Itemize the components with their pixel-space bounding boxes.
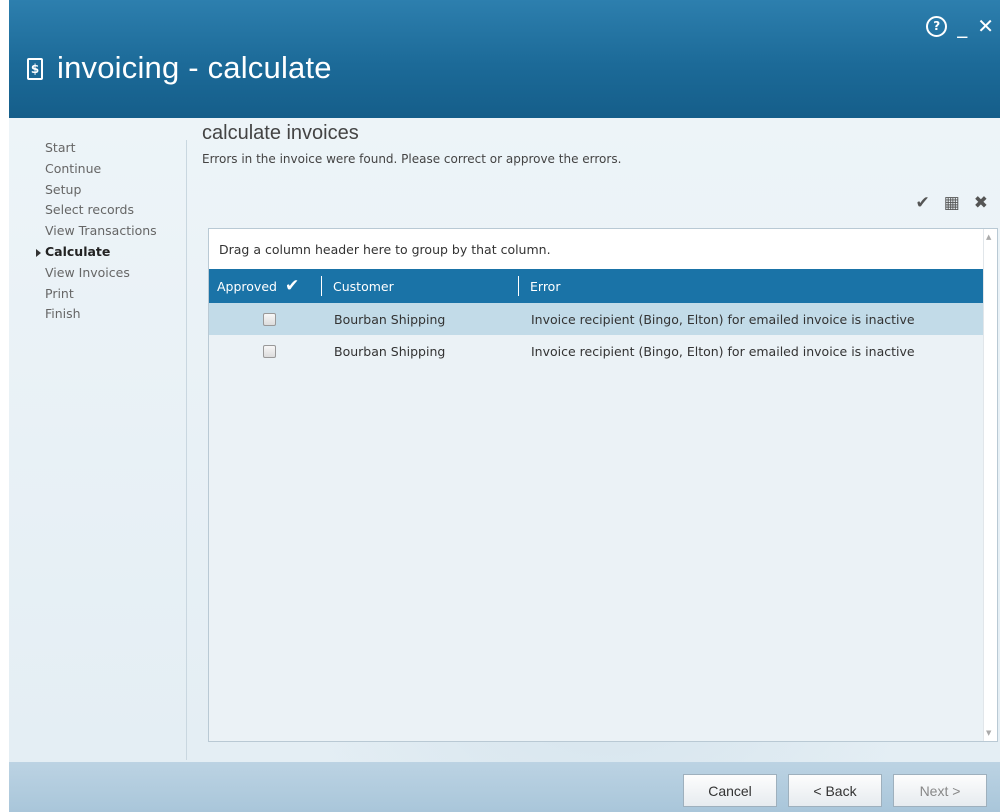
nav-item-continue[interactable]: Continue: [45, 159, 195, 180]
title-bar: $ invoicing - calculate ? _ ✕: [9, 0, 1000, 118]
grid-settings-icon[interactable]: ▦: [944, 193, 960, 213]
nav-item-select-records[interactable]: Select records: [45, 200, 195, 221]
approved-cell: [209, 344, 321, 358]
error-cell: Invoice recipient (Bingo, Elton) for ema…: [531, 311, 915, 327]
column-separator[interactable]: [321, 276, 322, 296]
checkmark-icon[interactable]: ✔: [915, 193, 929, 213]
nav-item-start[interactable]: Start: [45, 138, 195, 159]
nav-divider: [186, 140, 187, 760]
errors-grid: Drag a column header here to group by th…: [208, 228, 998, 742]
page-subtitle: Errors in the invoice were found. Please…: [202, 152, 622, 166]
column-header-customer-label: Customer: [333, 278, 394, 294]
scroll-up-icon[interactable]: ▲: [986, 233, 991, 241]
window-controls: ? _ ✕: [926, 14, 994, 38]
next-button[interactable]: Next >: [893, 774, 987, 807]
table-row[interactable]: Bourban Shipping Invoice recipient (Bing…: [209, 303, 984, 335]
approved-cell: [209, 312, 321, 326]
invoicing-window: $ invoicing - calculate ? _ ✕ Start Cont…: [0, 0, 1000, 812]
group-by-panel[interactable]: Drag a column header here to group by th…: [209, 229, 997, 269]
approve-all-check-icon[interactable]: ✔: [285, 276, 299, 296]
column-separator[interactable]: [518, 276, 519, 296]
customer-cell: Bourban Shipping: [334, 343, 446, 359]
content-area: Start Continue Setup Select records View…: [9, 118, 1000, 762]
nav-item-setup[interactable]: Setup: [45, 180, 195, 201]
grid-header: Approved ✔ Customer Error: [209, 269, 984, 303]
close-icon[interactable]: ✖: [974, 193, 988, 213]
customer-cell: Bourban Shipping: [334, 311, 446, 327]
group-by-hint: Drag a column header here to group by th…: [219, 242, 551, 257]
invoice-document-icon: $: [27, 58, 43, 80]
column-header-approved-label: Approved: [217, 278, 277, 294]
column-header-error[interactable]: Error: [518, 269, 984, 303]
vertical-scrollbar[interactable]: ▲ ▼: [983, 229, 997, 741]
scroll-down-icon[interactable]: ▼: [986, 729, 991, 737]
nav-item-view-invoices[interactable]: View Invoices: [45, 263, 195, 284]
grid-body: Approved ✔ Customer Error Bourban Shippi…: [209, 269, 984, 741]
wizard-steps-nav: Start Continue Setup Select records View…: [36, 138, 195, 325]
grid-toolbar: ✔ ▦ ✖: [915, 193, 988, 213]
wizard-footer: Cancel < Back Next >: [9, 762, 1000, 812]
nav-item-calculate[interactable]: Calculate: [36, 242, 195, 263]
column-header-customer[interactable]: Customer: [321, 269, 518, 303]
nav-item-print[interactable]: Print: [45, 284, 195, 305]
window-title: invoicing - calculate: [57, 50, 332, 85]
error-cell: Invoice recipient (Bingo, Elton) for ema…: [531, 343, 915, 359]
column-header-error-label: Error: [530, 278, 561, 294]
nav-item-finish[interactable]: Finish: [45, 304, 195, 325]
help-icon[interactable]: ?: [926, 15, 948, 37]
nav-item-view-transactions[interactable]: View Transactions: [45, 221, 195, 242]
table-row[interactable]: Bourban Shipping Invoice recipient (Bing…: [209, 335, 984, 367]
approved-checkbox[interactable]: [262, 344, 276, 358]
minimize-icon[interactable]: _: [957, 14, 967, 38]
column-header-approved[interactable]: Approved ✔: [209, 269, 321, 303]
window-close-icon[interactable]: ✕: [977, 14, 994, 38]
window-left-edge: [0, 0, 9, 812]
page-title: calculate invoices: [202, 122, 359, 144]
back-button[interactable]: < Back: [788, 774, 882, 807]
cancel-button[interactable]: Cancel: [683, 774, 777, 807]
approved-checkbox[interactable]: [262, 312, 276, 326]
